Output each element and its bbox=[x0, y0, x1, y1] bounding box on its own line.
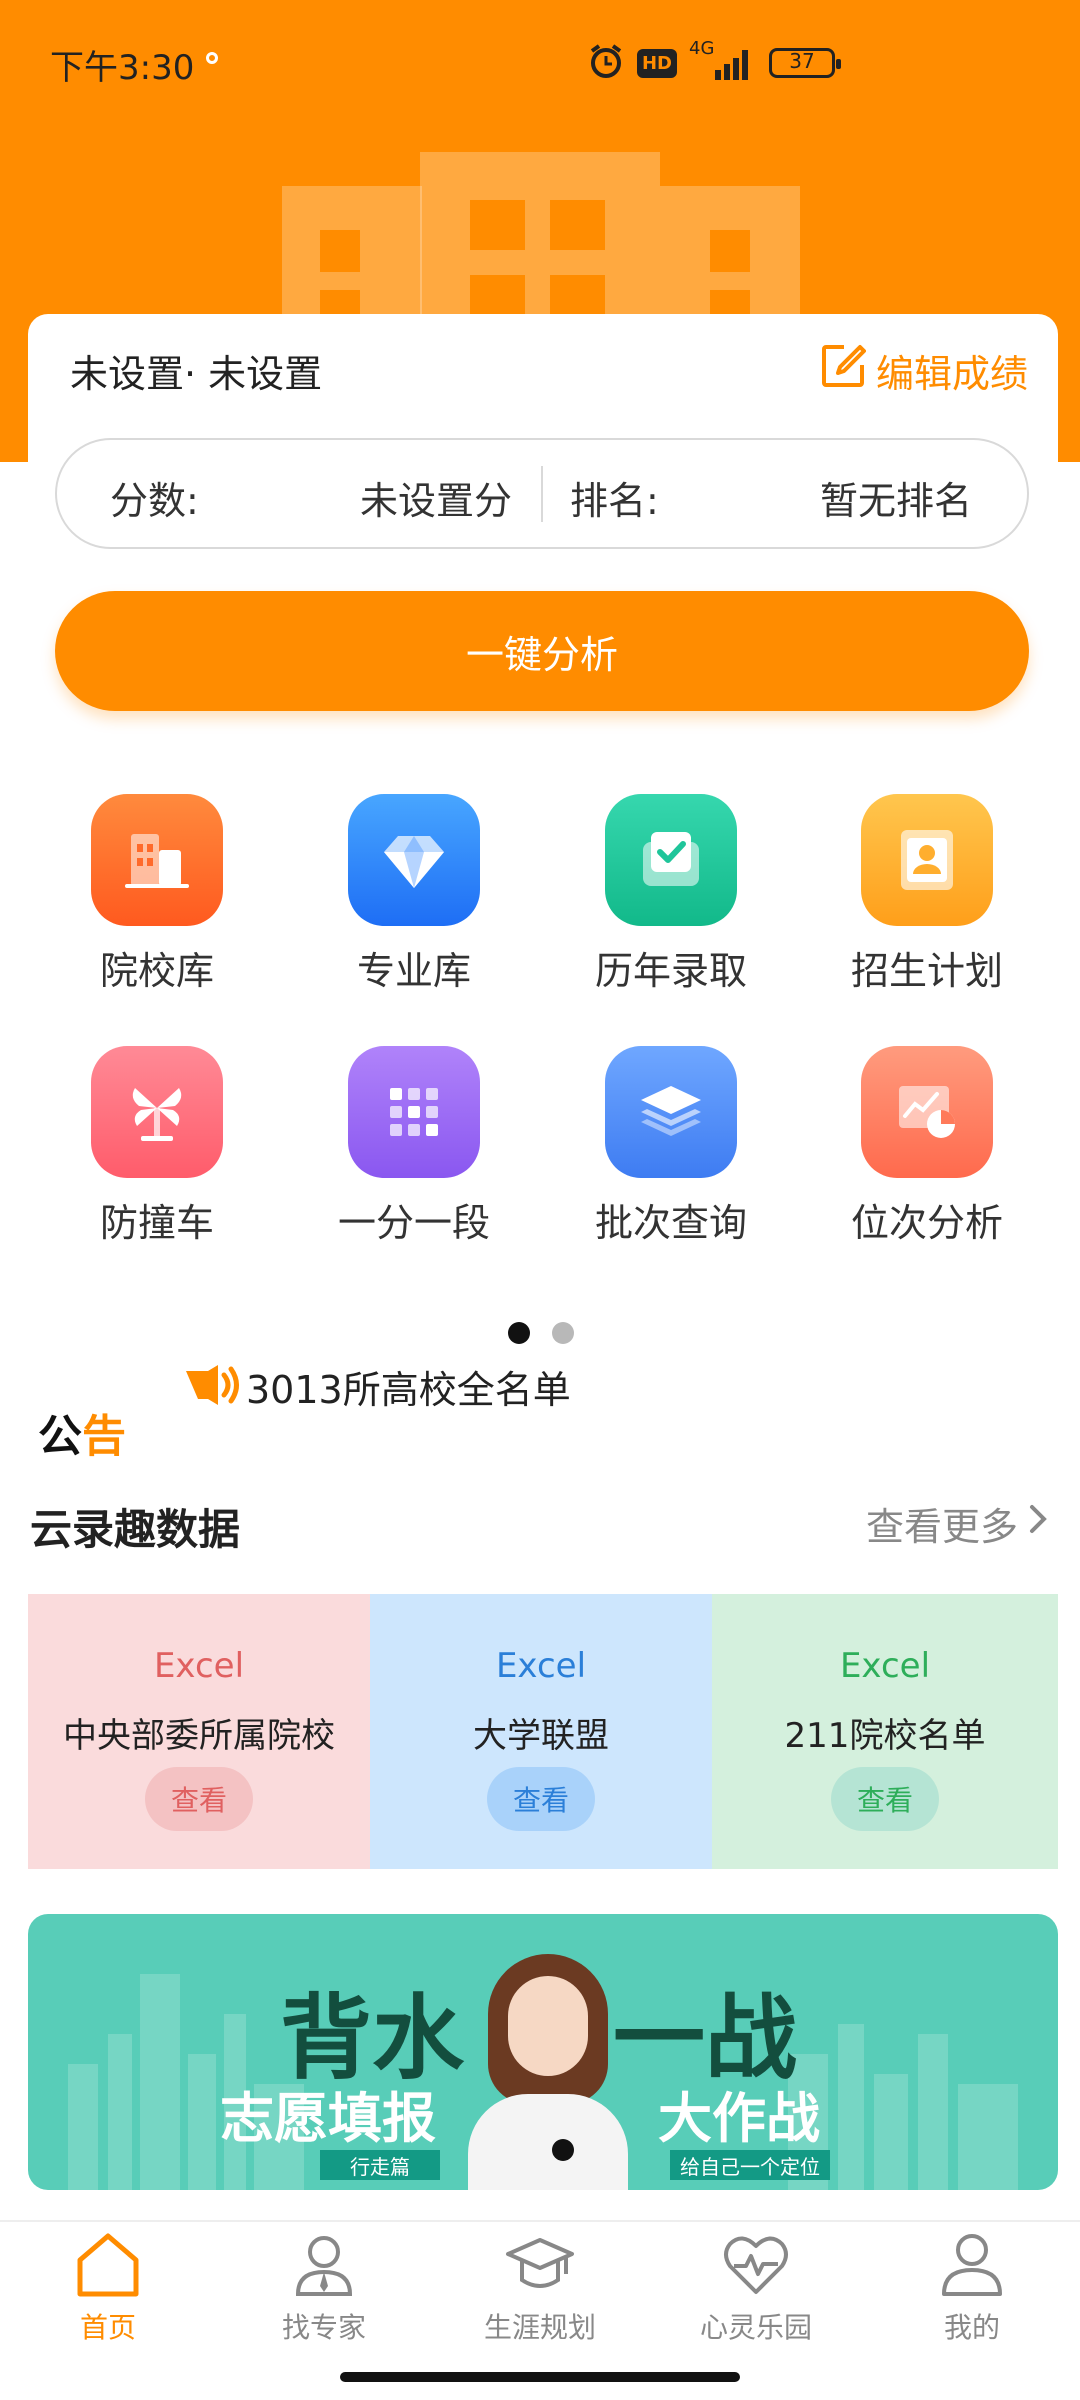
score-label: 分数: bbox=[110, 479, 199, 523]
feature-label: 位次分析 bbox=[850, 1201, 1003, 1245]
status-time: 下午3:30 bbox=[50, 48, 195, 88]
rank-value: 暂无排名 bbox=[820, 479, 973, 523]
tab-label: 我的 bbox=[943, 2311, 1000, 2344]
feature-item-batch-query[interactable]: 批次查询 bbox=[561, 1046, 781, 1247]
home-indicator[interactable] bbox=[340, 2372, 740, 2382]
banner-sub-2: 大作战 bbox=[658, 2087, 820, 2150]
feature-label: 防撞车 bbox=[99, 1201, 214, 1245]
data-card-central-ministry[interactable]: Excel 中央部委所属院校 查看 bbox=[28, 1594, 370, 1869]
view-button[interactable]: 查看 bbox=[145, 1767, 253, 1831]
check-board-icon bbox=[605, 794, 737, 926]
home-icon bbox=[72, 2233, 144, 2304]
feature-item-enrollment-plan[interactable]: 招生计划 bbox=[817, 794, 1037, 995]
heart-pulse-icon bbox=[720, 2236, 792, 2304]
hd-badge: HD bbox=[636, 48, 677, 78]
data-card-tag: Excel bbox=[495, 1646, 587, 1686]
user-icon bbox=[936, 2234, 1008, 2304]
feature-label: 批次查询 bbox=[594, 1201, 747, 1245]
edit-score-label: 编辑成绩 bbox=[875, 352, 1028, 396]
tab-label: 首页 bbox=[79, 2311, 136, 2344]
banner-tag-2: 给自己一个定位 bbox=[670, 2150, 830, 2180]
data-card-tag: Excel bbox=[153, 1646, 245, 1686]
banner-tag-1: 行走篇 bbox=[320, 2150, 440, 2180]
feature-label: 招生计划 bbox=[850, 949, 1003, 993]
tab-home[interactable]: 首页 bbox=[18, 2228, 198, 2346]
location-dot-icon bbox=[206, 52, 218, 64]
diamond-icon bbox=[348, 794, 480, 926]
view-button[interactable]: 查看 bbox=[831, 1767, 939, 1831]
banner-indicator bbox=[552, 2139, 574, 2161]
feature-label: 专业库 bbox=[356, 949, 471, 993]
grid-icon bbox=[348, 1046, 480, 1178]
tab-label: 找专家 bbox=[281, 2311, 366, 2344]
feature-item-score-segment[interactable]: 一分一段 bbox=[304, 1046, 524, 1247]
data-card-title: 中央部委所属院校 bbox=[63, 1716, 335, 1756]
notice-logo-part-2: 告 bbox=[82, 1411, 126, 1462]
tab-label: 生涯规划 bbox=[483, 2311, 596, 2344]
feature-label: 一分一段 bbox=[337, 1201, 490, 1245]
promo-banner[interactable]: 背水 一战 志愿填报 大作战 行走篇 给自己一个定位 bbox=[28, 1914, 1058, 2190]
chevron-right-icon bbox=[1026, 1501, 1050, 1546]
data-card-211-list[interactable]: Excel 211院校名单 查看 bbox=[712, 1594, 1058, 1869]
pill-divider bbox=[541, 466, 543, 522]
tab-career-planning[interactable]: 生涯规划 bbox=[450, 2228, 630, 2346]
feature-item-rank-analysis[interactable]: 位次分析 bbox=[817, 1046, 1037, 1247]
score-value: 未设置分 bbox=[360, 479, 513, 523]
notice-logo-part-1: 公 bbox=[38, 1411, 82, 1462]
battery-level: 37 bbox=[789, 49, 815, 73]
presenter-photo bbox=[468, 1954, 628, 2190]
status-bar: 下午3:30 HD 4G 37 bbox=[0, 0, 1080, 120]
id-card-icon bbox=[861, 794, 993, 926]
location-text: 未设置· 未设置 bbox=[70, 352, 323, 396]
tab-label: 心灵乐园 bbox=[699, 2311, 812, 2344]
section-title: 云录趣数据 bbox=[30, 1505, 241, 1554]
speaker-icon bbox=[184, 1365, 244, 1415]
banner-sub-1: 志愿填报 bbox=[220, 2087, 436, 2150]
pager-dot-active[interactable] bbox=[508, 1322, 530, 1344]
tab-mine[interactable]: 我的 bbox=[882, 2228, 1062, 2346]
expert-icon bbox=[288, 2236, 360, 2304]
building-icon bbox=[91, 794, 223, 926]
data-card-title: 211院校名单 bbox=[784, 1716, 986, 1756]
rank-label: 排名: bbox=[570, 479, 659, 523]
feature-item-schools[interactable]: 院校库 bbox=[47, 794, 267, 995]
feature-label: 历年录取 bbox=[594, 949, 747, 993]
feature-item-admission-history[interactable]: 历年录取 bbox=[561, 794, 781, 995]
alarm-icon bbox=[587, 42, 625, 84]
graduation-cap-icon bbox=[504, 2238, 576, 2304]
view-more-label: 查看更多 bbox=[865, 1505, 1018, 1549]
feature-item-majors[interactable]: 专业库 bbox=[304, 794, 524, 995]
data-card-tag: Excel bbox=[839, 1646, 931, 1686]
layers-icon bbox=[605, 1046, 737, 1178]
tab-find-expert[interactable]: 找专家 bbox=[234, 2228, 414, 2346]
data-card-university-alliance[interactable]: Excel 大学联盟 查看 bbox=[370, 1594, 712, 1869]
signal-icon: 4G bbox=[689, 38, 757, 82]
data-card-title: 大学联盟 bbox=[473, 1716, 609, 1756]
windmill-icon bbox=[91, 1046, 223, 1178]
battery-icon: 37 bbox=[769, 48, 841, 78]
edit-score-button[interactable]: 编辑成绩 bbox=[820, 343, 1028, 398]
pager-dot[interactable] bbox=[552, 1322, 574, 1344]
tab-mind-garden[interactable]: 心灵乐园 bbox=[666, 2228, 846, 2346]
view-more-link[interactable]: 查看更多 bbox=[866, 1496, 1050, 1551]
analyze-button[interactable]: 一键分析 bbox=[55, 591, 1029, 711]
view-button[interactable]: 查看 bbox=[487, 1767, 595, 1831]
notice-logo: 公告 bbox=[38, 1400, 126, 1464]
chart-icon bbox=[861, 1046, 993, 1178]
edit-icon bbox=[820, 343, 866, 398]
feature-label: 院校库 bbox=[99, 949, 214, 993]
feature-item-collision-avoid[interactable]: 防撞车 bbox=[47, 1046, 267, 1247]
notice-text[interactable]: 3013所高校全名单 bbox=[246, 1359, 571, 1414]
